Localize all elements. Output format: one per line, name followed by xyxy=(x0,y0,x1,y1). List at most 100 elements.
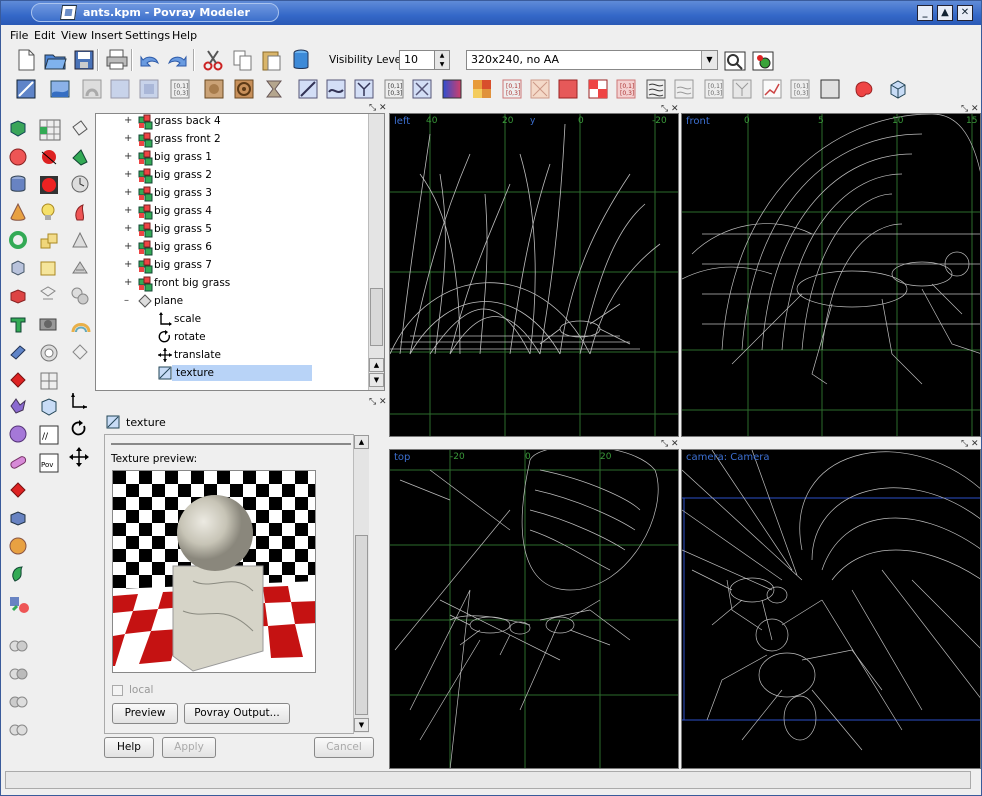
tree-item[interactable]: texture xyxy=(96,365,366,383)
normal-icon[interactable] xyxy=(297,78,321,102)
include-file-icon[interactable]: Pov xyxy=(39,453,59,473)
menu-insert[interactable]: Insert xyxy=(91,29,123,42)
light-group-icon[interactable] xyxy=(39,397,57,416)
visibility-level-input[interactable]: 10 xyxy=(399,50,435,70)
preview-button[interactable]: Preview xyxy=(112,703,178,724)
slope-map-icon[interactable] xyxy=(353,78,377,102)
spotlight-icon[interactable] xyxy=(39,285,57,303)
rainbow-object-icon[interactable] xyxy=(71,315,91,333)
csg-merge-icon[interactable] xyxy=(9,723,28,741)
glow-icon[interactable] xyxy=(819,78,843,102)
new-file-icon[interactable] xyxy=(15,48,39,72)
raw-povray-icon[interactable]: // xyxy=(39,425,59,445)
map-list-icon[interactable]: [0,1] [0,3] xyxy=(383,78,407,102)
scale-transform-icon[interactable] xyxy=(69,391,87,409)
sphere-icon[interactable] xyxy=(9,148,27,166)
tree-item[interactable]: rotate xyxy=(96,329,366,347)
rainbow-icon[interactable] xyxy=(81,78,105,102)
minimize-button[interactable]: _ xyxy=(917,5,933,21)
csg-union-icon[interactable] xyxy=(9,639,28,657)
bicubic-patch-icon[interactable] xyxy=(71,119,89,137)
quickcolor-list-icon[interactable]: [0,1] [0,3] xyxy=(703,78,727,102)
superellipsoid-icon[interactable] xyxy=(9,259,27,277)
menu-edit[interactable]: Edit xyxy=(34,29,55,42)
image-map-icon[interactable] xyxy=(731,78,755,102)
tree-scrollbar[interactable]: ▲ ▼ xyxy=(368,114,384,390)
triangle-icon[interactable] xyxy=(9,371,27,389)
collapse-icon[interactable]: – xyxy=(124,295,129,306)
expand-icon[interactable]: + xyxy=(124,115,132,126)
menu-help[interactable]: Help xyxy=(172,29,197,42)
density-icon[interactable] xyxy=(529,78,553,102)
cut-icon[interactable] xyxy=(201,48,225,72)
grid-group-icon[interactable] xyxy=(39,119,61,141)
slope-list-icon[interactable]: [0,1] [0,3] xyxy=(789,78,813,102)
tree-panel-controls[interactable]: ⤡ ✕ xyxy=(369,103,387,113)
open-folder-icon[interactable] xyxy=(43,48,67,72)
clock-icon[interactable] xyxy=(71,175,89,193)
menu-file[interactable]: File xyxy=(10,29,28,42)
povray-app-icon[interactable] xyxy=(59,5,78,20)
pattern-icon[interactable] xyxy=(233,78,257,102)
apply-button[interactable]: Apply xyxy=(162,737,216,758)
density-list-icon[interactable]: [0,1] [0,3] xyxy=(615,78,639,102)
tree-item[interactable]: + grass front 2 xyxy=(96,131,366,149)
tree-item[interactable]: translate xyxy=(96,347,366,365)
disc-icon[interactable] xyxy=(9,287,27,305)
translate-transform-icon[interactable] xyxy=(69,447,89,467)
expand-icon[interactable]: + xyxy=(124,169,132,180)
checker-icon[interactable] xyxy=(587,78,611,102)
intersection-icon[interactable] xyxy=(9,537,27,555)
database-icon[interactable] xyxy=(289,48,313,72)
tree-item[interactable]: + front big grass xyxy=(96,275,366,293)
viewport-camera[interactable]: camera: Camera xyxy=(681,449,981,769)
expand-icon[interactable]: + xyxy=(124,187,132,198)
texture-insert-icon[interactable] xyxy=(203,78,227,102)
media-icon[interactable] xyxy=(138,78,162,102)
undo-icon[interactable] xyxy=(138,48,162,72)
warp-icon[interactable] xyxy=(645,78,669,102)
tree-item[interactable]: + big grass 1 xyxy=(96,149,366,167)
props-scrollbar[interactable]: ▲ ▼ xyxy=(353,435,369,733)
cylinder-icon[interactable] xyxy=(9,175,27,193)
scroll-down-icon[interactable]: ▼ xyxy=(369,373,384,387)
copy-icon[interactable] xyxy=(231,48,255,72)
merge-icon[interactable] xyxy=(9,593,29,613)
graph-icon[interactable] xyxy=(761,78,785,102)
expand-icon[interactable]: + xyxy=(124,133,132,144)
sky-sphere-icon[interactable] xyxy=(49,78,73,102)
photons-icon[interactable] xyxy=(39,371,58,390)
csg-intersection-icon[interactable] xyxy=(9,667,28,685)
mesh-icon[interactable] xyxy=(9,397,27,415)
redo-icon[interactable] xyxy=(165,48,189,72)
viewport-left[interactable]: left 40 20 y 0 -20 xyxy=(389,113,679,437)
visibility-spinner[interactable]: ▲ ▼ xyxy=(434,50,450,70)
blob-icon[interactable] xyxy=(853,78,877,102)
render-mode-select[interactable]: 320x240, no AA ▼ xyxy=(466,50,718,70)
title-bar[interactable]: ants.kpm - Povray Modeler _ ▲ ✕ xyxy=(1,1,981,25)
viewport-top[interactable]: top -20 0 20 xyxy=(389,449,679,769)
tree-scroll-thumb[interactable] xyxy=(370,288,383,346)
light-bulb-icon[interactable] xyxy=(39,148,57,166)
sor-icon[interactable] xyxy=(71,259,89,277)
tree-item[interactable]: + big grass 7 xyxy=(96,257,366,275)
tree-item[interactable]: + big grass 3 xyxy=(96,185,366,203)
cone-icon[interactable] xyxy=(9,202,27,221)
isosurface-icon[interactable] xyxy=(71,343,89,361)
blob-cylinder-icon[interactable] xyxy=(9,453,27,471)
point-light-icon[interactable] xyxy=(39,175,58,194)
color-list-icon[interactable] xyxy=(471,78,495,102)
polygon-icon[interactable] xyxy=(9,343,27,361)
save-icon[interactable] xyxy=(73,48,97,72)
props-scroll-thumb[interactable] xyxy=(355,535,368,715)
viewport-controls[interactable]: ⤡ ✕ xyxy=(961,439,979,449)
bump-map-icon[interactable] xyxy=(325,78,349,102)
object-tree[interactable]: + grass back 4 + grass front 2 + big grass 1 +… xyxy=(95,113,385,391)
lightbulb-icon[interactable] xyxy=(39,203,57,221)
scroll-up-icon[interactable]: ▲ xyxy=(354,435,369,449)
expand-icon[interactable]: + xyxy=(124,277,132,288)
box-icon[interactable] xyxy=(9,119,27,137)
interior-icon[interactable] xyxy=(263,78,287,102)
tree-item[interactable]: scale xyxy=(96,311,366,329)
tree-item[interactable]: + grass back 4 xyxy=(96,114,366,131)
